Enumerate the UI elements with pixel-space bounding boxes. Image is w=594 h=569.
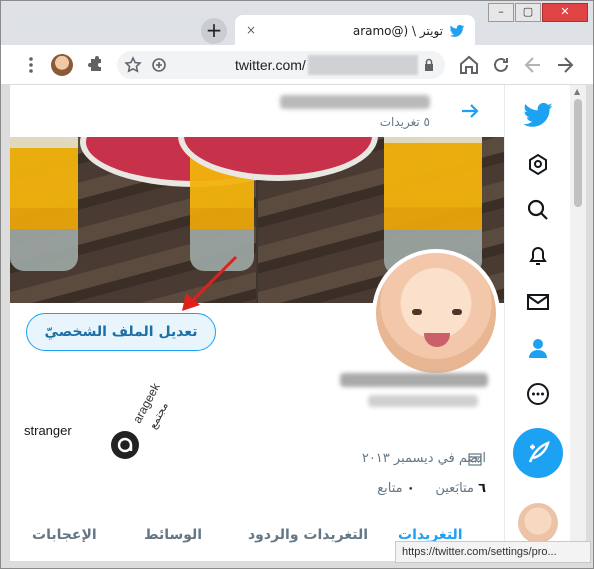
add-bookmark-icon[interactable] [147,53,171,77]
followers-label: متابع [377,481,403,496]
browser-tab[interactable]: × تويتر \ (@aramo [235,15,475,47]
close-tab-icon[interactable]: × [243,22,259,38]
link-status-bubble: https://twitter.com/settings/pro... [395,541,591,563]
new-tab-button[interactable]: + [201,18,227,44]
profile-avatar-icon[interactable] [51,54,73,76]
edit-profile-button[interactable]: تعديل الملف الشخصيّ [26,313,216,351]
following-link[interactable]: ٦ متابَعين [435,481,486,496]
following-count: ٦ [478,481,486,496]
reload-icon[interactable] [489,53,513,77]
tweet-count: ٥ تغريدات [379,115,430,129]
profile-bio: stranger [24,423,72,438]
twitter-nav-sidebar [504,85,570,561]
following-label: متابَعين [435,481,474,496]
address-bar[interactable]: twitter.com/ [117,51,445,79]
explore-hash-icon[interactable] [525,151,551,177]
joined-date: انضم في ديسمبر ٢٠١٣ [361,451,486,466]
profile-handle-redacted [368,395,478,407]
compose-tweet-button[interactable] [513,428,563,478]
page-scrollbar[interactable]: ▲ [570,85,586,561]
account-avatar[interactable] [518,503,558,543]
follow-stats: ٦ متابَعين ٠ متابع [310,481,486,496]
back-arrow-icon[interactable] [553,53,577,77]
tab-title: تويتر \ (@aramo [352,24,443,38]
followers-count: ٠ [406,481,415,496]
twitter-logo-icon[interactable] [522,99,554,131]
notifications-bell-icon[interactable] [525,243,551,269]
profile-avatar[interactable] [372,249,500,377]
tab-tweets-replies[interactable]: التغريدات والردود [248,527,368,543]
forward-arrow-icon[interactable] [521,53,545,77]
window-controls: – ▢ ✕ [487,3,591,23]
search-icon[interactable] [525,197,551,223]
tab-strip: + × تويتر \ (@aramo – ▢ ✕ [1,1,593,47]
star-icon[interactable] [121,53,145,77]
browser-window: + × تويتر \ (@aramo – ▢ ✕ twitter.com/ ٥… [0,0,594,569]
scroll-up-arrow-icon[interactable]: ▲ [574,87,580,96]
calendar-icon [468,453,482,466]
extensions-icon[interactable] [83,53,107,77]
annotation-arrow-icon [182,255,238,311]
url-redaction [308,55,418,75]
profile-header: ٥ تغريدات [10,85,504,137]
url-text: twitter.com/ [235,57,306,73]
display-name-redacted [280,95,430,109]
messages-mail-icon[interactable] [525,289,551,315]
tab-likes[interactable]: الإعجابات [32,527,97,543]
scroll-thumb[interactable] [574,99,582,207]
menu-icon[interactable] [19,53,43,77]
browser-toolbar: twitter.com/ [1,45,593,85]
followers-link[interactable]: ٠ متابع [377,481,414,496]
close-window-button[interactable]: ✕ [542,3,588,22]
twitter-profile-page: ٥ تغريدات تعديل الملف الشخصيّ stranger a… [10,85,570,561]
minimize-button[interactable]: – [488,3,514,22]
profile-name-redacted [340,373,488,387]
twitter-favicon-icon [449,24,465,37]
maximize-button[interactable]: ▢ [515,3,541,22]
home-icon[interactable] [457,53,481,77]
lock-icon[interactable] [417,53,441,77]
more-options-icon[interactable] [525,381,551,407]
tab-media[interactable]: الوسائط [144,527,202,543]
back-arrow-icon[interactable] [458,99,482,123]
compose-feather-icon [528,441,550,463]
profile-person-icon[interactable] [525,335,551,361]
